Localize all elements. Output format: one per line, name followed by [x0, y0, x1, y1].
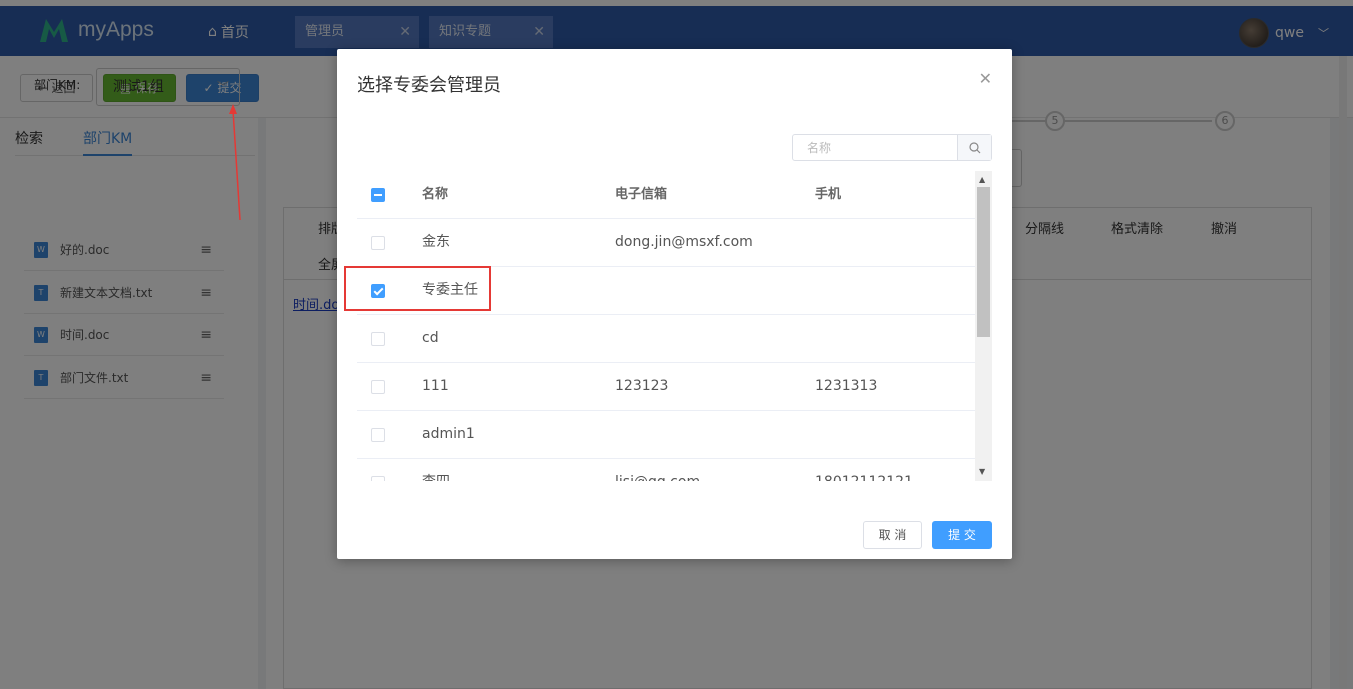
col-name: 名称	[422, 187, 449, 202]
table-row[interactable]: 金东 dong.jin@msxf.com	[357, 219, 975, 267]
row-checkbox[interactable]	[371, 332, 385, 346]
row-checkbox[interactable]	[371, 236, 385, 250]
table-header: 名称 电子信箱 手机	[357, 171, 975, 219]
cell-name: 李四	[422, 459, 450, 481]
cell-email: dong.jin@msxf.com	[615, 234, 753, 250]
search-button[interactable]	[957, 135, 991, 160]
annotation-highlight-box	[344, 266, 491, 311]
dialog-title: 选择专委会管理员	[357, 75, 501, 96]
cancel-button[interactable]: 取 消	[863, 521, 922, 549]
cell-name: 111	[422, 378, 449, 394]
table-scrollbar[interactable]: ▲ ▼	[975, 171, 992, 481]
row-checkbox[interactable]	[371, 380, 385, 394]
row-checkbox[interactable]	[371, 428, 385, 442]
row-checkbox[interactable]	[371, 476, 385, 481]
table-row[interactable]: 李四 lisi@qq.com 18012112121	[357, 459, 975, 481]
search-input[interactable]	[793, 135, 957, 160]
table-row[interactable]: cd	[357, 315, 975, 363]
close-icon[interactable]: ✕	[979, 69, 992, 88]
scroll-thumb[interactable]	[977, 187, 990, 337]
search-icon	[968, 141, 980, 153]
cell-phone: 18012112121	[815, 459, 913, 481]
cell-phone: 1231313	[815, 378, 878, 394]
table-row[interactable]: 111 123123 1231313	[357, 363, 975, 411]
cell-email: lisi@qq.com	[615, 459, 700, 481]
col-phone: 手机	[815, 187, 842, 202]
cell-name: 金东	[422, 234, 450, 250]
table-row[interactable]: admin1	[357, 411, 975, 459]
scroll-down-icon[interactable]: ▼	[979, 467, 985, 476]
search-box	[792, 134, 992, 161]
col-email: 电子信箱	[615, 187, 668, 202]
scroll-up-icon[interactable]: ▲	[979, 175, 985, 184]
user-table: 名称 电子信箱 手机 金东 dong.jin@msxf.com 专委主任 cd …	[357, 171, 977, 481]
cell-name: admin1	[422, 426, 475, 442]
cell-email: 123123	[615, 378, 669, 394]
cell-name: cd	[422, 330, 439, 346]
select-all-checkbox[interactable]	[371, 188, 385, 202]
confirm-submit-button[interactable]: 提 交	[932, 521, 992, 549]
